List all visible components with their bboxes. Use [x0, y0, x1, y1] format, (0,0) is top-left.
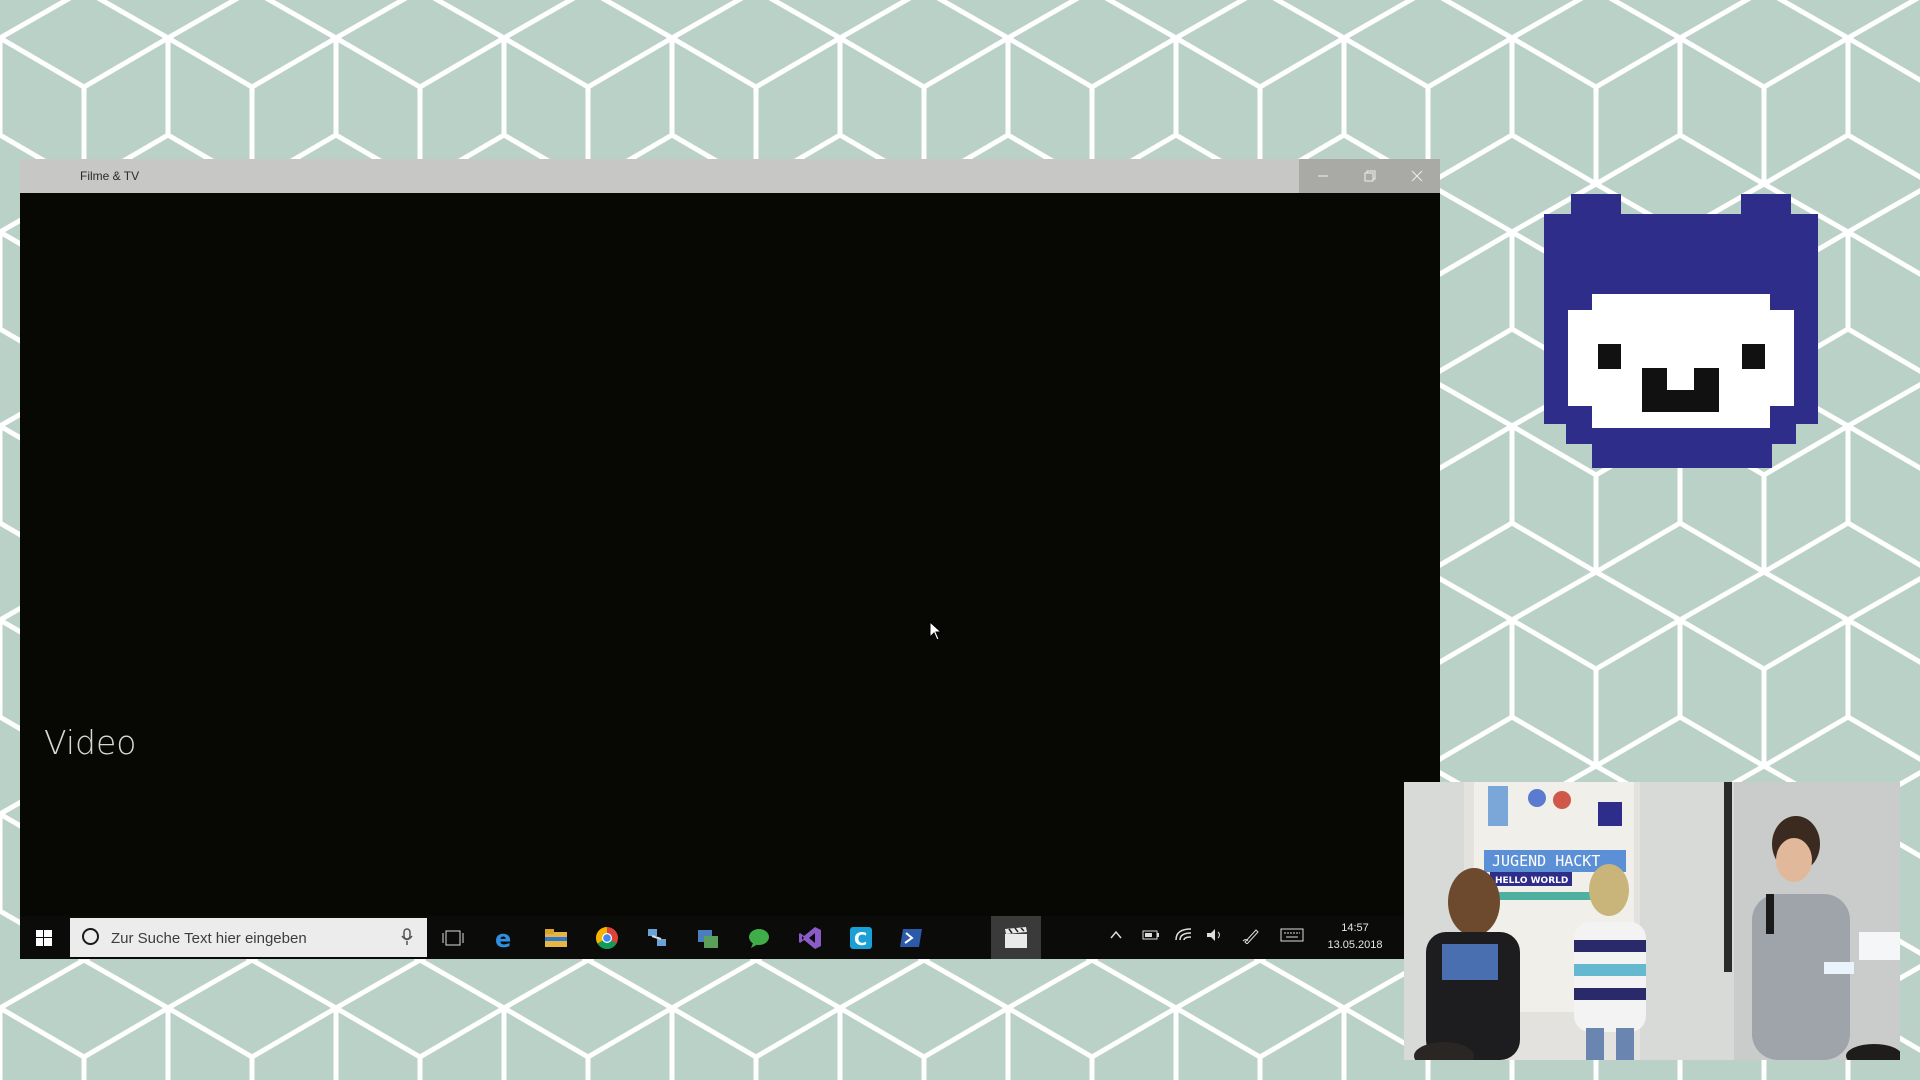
c-app-icon: C — [850, 927, 872, 950]
chat-app-icon — [749, 929, 769, 948]
file-explorer-icon — [545, 929, 567, 947]
volume-icon[interactable] — [1206, 928, 1224, 942]
store-app-button[interactable] — [693, 923, 723, 953]
banner-subtitle: HELLO WORLD — [1495, 876, 1568, 886]
edge-button[interactable]: e — [490, 923, 520, 953]
window-titlebar[interactable]: Filme & TV — [20, 159, 1440, 193]
file-explorer-button[interactable] — [541, 923, 571, 953]
stage-photo: JUGEND HACKT HELLO WORLD — [1404, 782, 1900, 1060]
chrome-button[interactable] — [592, 923, 622, 953]
clock-date: 13.05.2018 — [1327, 939, 1383, 951]
movies-tv-icon — [1005, 927, 1027, 948]
taskbar-clock[interactable]: 14:57 13.05.2018 — [1322, 920, 1388, 954]
start-button[interactable] — [20, 916, 68, 959]
chrome-icon — [596, 927, 618, 949]
svg-text:e: e — [495, 926, 511, 950]
close-icon — [1411, 170, 1422, 182]
microphone-icon[interactable] — [401, 928, 413, 946]
edge-icon: e — [495, 926, 511, 950]
wifi-icon[interactable] — [1175, 928, 1193, 942]
close-button[interactable] — [1393, 159, 1440, 193]
pen-icon[interactable] — [1242, 928, 1260, 944]
restore-icon — [1364, 170, 1375, 182]
minimize-icon — [1317, 175, 1328, 177]
cortana-icon — [82, 928, 99, 945]
keyboard-icon[interactable] — [1280, 928, 1304, 942]
search-placeholder: Zur Suche Text hier eingeben — [111, 930, 307, 947]
minimize-button[interactable] — [1299, 159, 1346, 193]
mouse-pointer-icon — [929, 621, 943, 641]
network-app-icon — [648, 929, 666, 946]
battery-icon[interactable] — [1142, 928, 1160, 942]
pixel-cat-logo — [1544, 194, 1818, 468]
visual-studio-icon — [799, 927, 821, 949]
svg-text:C: C — [854, 929, 867, 950]
chat-app-button[interactable] — [744, 923, 774, 953]
video-section-heading: Video — [44, 723, 137, 762]
powershell-icon — [900, 929, 922, 947]
window-controls — [1299, 159, 1440, 193]
task-view-icon — [442, 930, 464, 946]
banner-title: JUGEND HACKT — [1492, 852, 1600, 870]
clock-time: 14:57 — [1341, 922, 1369, 934]
visual-studio-button[interactable] — [795, 923, 825, 953]
chevron-up-icon[interactable] — [1109, 928, 1123, 942]
movies-tv-window: Filme & TV Video — [20, 159, 1440, 959]
windows-logo-icon — [36, 929, 52, 946]
powershell-button[interactable] — [896, 923, 926, 953]
movies-tv-taskbar-button[interactable] — [1001, 923, 1031, 953]
camera-inset: JUGEND HACKT HELLO WORLD — [1404, 782, 1900, 1060]
taskbar-search-box[interactable]: Zur Suche Text hier eingeben — [70, 918, 427, 957]
network-app-button[interactable] — [642, 923, 672, 953]
windows-taskbar: Zur Suche Text hier eingeben e C 14:57 1… — [20, 916, 1420, 959]
window-title: Filme & TV — [80, 169, 140, 183]
restore-button[interactable] — [1346, 159, 1393, 193]
c-app-button[interactable]: C — [846, 923, 876, 953]
task-view-button[interactable] — [438, 923, 468, 953]
store-app-icon — [698, 930, 718, 948]
